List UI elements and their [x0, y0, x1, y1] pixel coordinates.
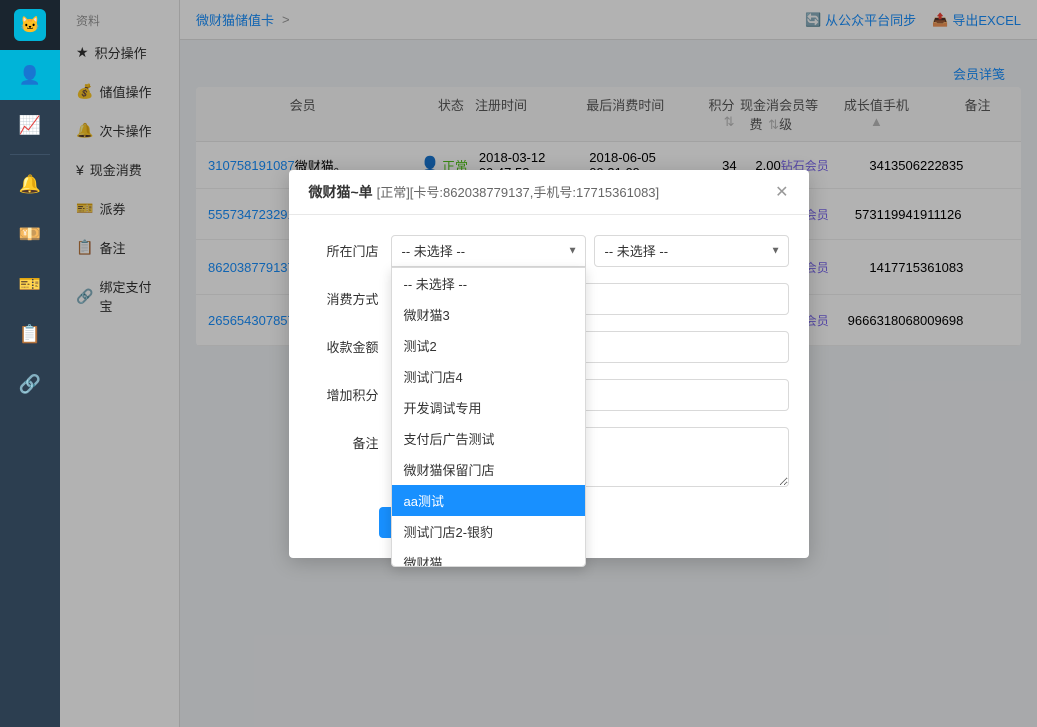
form-row-store: 所在门店 -- 未选择 -- ▼ -- 未选择 -- 微财猫3	[309, 235, 789, 267]
sidebar-item-chart[interactable]: 📈	[0, 100, 60, 150]
dropdown2-arrow-icon: ▼	[771, 245, 781, 256]
sidebar-logo: 🐱	[0, 0, 60, 50]
store-selected-value: -- 未选择 --	[402, 241, 466, 260]
store-dropdown2-wrapper: -- 未选择 -- ▼	[594, 235, 789, 267]
modal-overlay: 微财猫~单 [正常][卡号:862038779137,手机号:177153610…	[60, 0, 1037, 727]
dropdown-option-1[interactable]: 微财猫3	[392, 299, 585, 330]
modal-body: 所在门店 -- 未选择 -- ▼ -- 未选择 -- 微财猫3	[289, 215, 809, 558]
dropdown-option-6[interactable]: 微财猫保留门店	[392, 454, 585, 485]
money-icon: 💴	[19, 224, 41, 245]
dropdown-option-9[interactable]: 微财猫	[392, 547, 585, 567]
sidebar: 🐱 👤 📈 🔔 💴 🎫 📋 🔗	[0, 0, 60, 727]
store-dropdown-trigger[interactable]: -- 未选择 --	[391, 235, 586, 267]
modal-subtitle: [正常][卡号:862038779137,手机号:17715361083]	[377, 185, 660, 200]
sidebar-item-note[interactable]: 📋	[0, 309, 60, 359]
modal-title: 微财猫~单 [正常][卡号:862038779137,手机号:177153610…	[309, 182, 660, 202]
bell-icon: 🔔	[19, 174, 41, 195]
dropdown-option-0[interactable]: -- 未选择 --	[392, 268, 585, 299]
coupon-icon: 🎫	[19, 274, 41, 295]
sidebar-item-bell[interactable]: 🔔	[0, 159, 60, 209]
store2-selected-value: -- 未选择 --	[605, 241, 669, 260]
modal-header: 微财猫~单 [正常][卡号:862038779137,手机号:177153610…	[289, 170, 809, 215]
store-controls: -- 未选择 -- ▼ -- 未选择 -- 微财猫3 测试2 测试门店4 开发调…	[391, 235, 789, 267]
dropdown-option-4[interactable]: 开发调试专用	[392, 392, 585, 423]
consume-label: 消费方式	[309, 283, 379, 308]
dropdown-option-5[interactable]: 支付后广告测试	[392, 423, 585, 454]
store-dropdown-popup[interactable]: -- 未选择 -- 微财猫3 测试2 测试门店4 开发调试专用 支付后广告测试 …	[391, 267, 586, 567]
logo-icon: 🐱	[14, 9, 46, 41]
chart-icon: 📈	[19, 115, 41, 136]
dropdown-option-2[interactable]: 测试2	[392, 330, 585, 361]
store-label: 所在门店	[309, 235, 379, 260]
modal-title-text: 微财猫~单	[309, 184, 373, 200]
modal-close-button[interactable]: ✕	[775, 182, 788, 202]
sidebar-item-alipay[interactable]: 🔗	[0, 359, 60, 409]
dropdown-option-7[interactable]: aa测试	[392, 485, 585, 516]
points-add-label: 增加积分	[309, 379, 379, 404]
dropdown-option-3[interactable]: 测试门店4	[392, 361, 585, 392]
user-icon: 👤	[19, 65, 41, 86]
amount-label: 收款金额	[309, 331, 379, 356]
store-dropdown2-trigger[interactable]: -- 未选择 --	[594, 235, 789, 267]
remark-form-label: 备注	[309, 427, 379, 452]
dropdown-option-8[interactable]: 测试门店2-银豹	[392, 516, 585, 547]
sidebar-item-coupon[interactable]: 🎫	[0, 259, 60, 309]
modal-dialog: 微财猫~单 [正常][卡号:862038779137,手机号:177153610…	[289, 170, 809, 558]
sidebar-item-money[interactable]: 💴	[0, 209, 60, 259]
sidebar-divider	[10, 154, 50, 155]
note-icon: 📋	[19, 324, 41, 345]
store-dropdown-wrapper: -- 未选择 -- ▼ -- 未选择 -- 微财猫3 测试2 测试门店4 开发调…	[391, 235, 586, 267]
sidebar-item-user[interactable]: 👤	[0, 50, 60, 100]
alipay-icon: 🔗	[19, 374, 41, 395]
